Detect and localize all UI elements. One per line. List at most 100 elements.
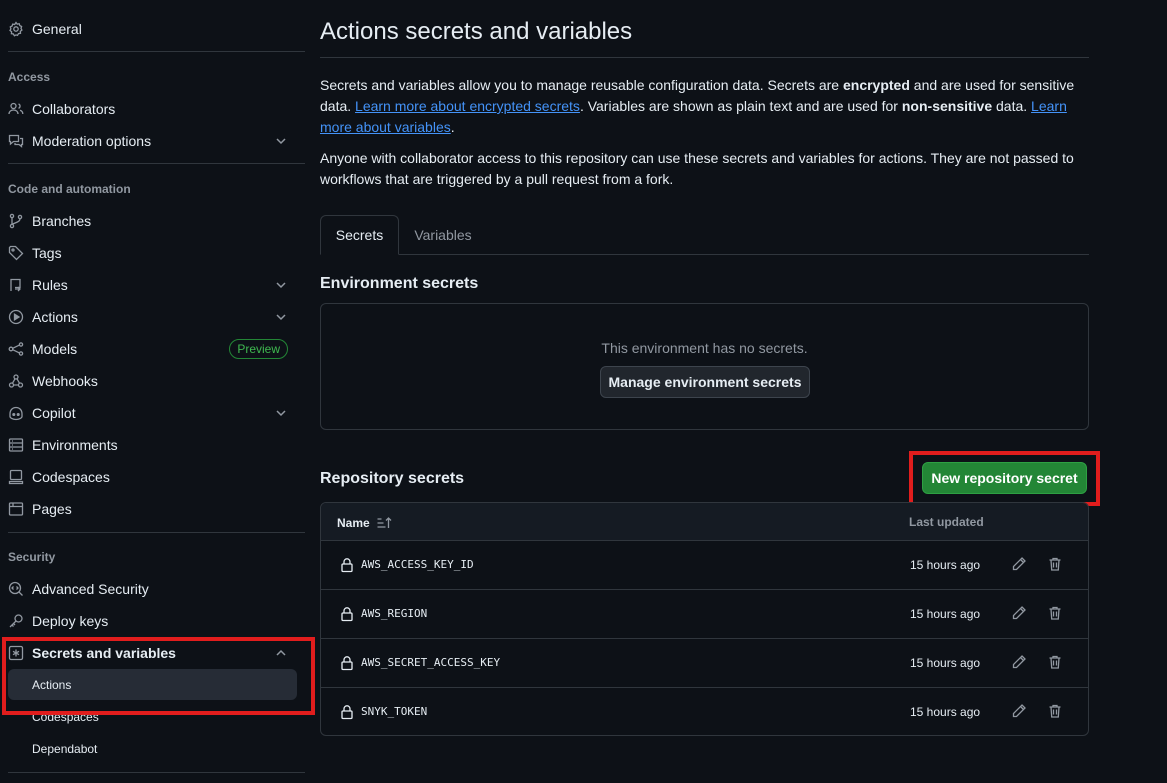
sidebar-item-label: General <box>32 21 82 37</box>
sidebar-divider <box>8 532 305 533</box>
chevron-up-icon <box>274 646 288 660</box>
sidebar-item-label: Moderation options <box>32 133 152 149</box>
sidebar-item-label: Collaborators <box>32 101 116 117</box>
sidebar-item-environments[interactable]: Environments <box>8 430 298 460</box>
page-title: Actions secrets and variables <box>320 18 633 45</box>
intro-text-3: . Variables are shown as plain text and … <box>579 98 902 114</box>
new-repository-secret-button[interactable]: New repository secret <box>922 462 1087 494</box>
sidebar-item-label: Copilot <box>32 405 76 421</box>
sidebar-item-label: Branches <box>32 213 92 229</box>
sort-asc-icon <box>377 517 392 528</box>
learn-more-secrets-link[interactable]: Learn more about encrypted secrets <box>355 98 580 114</box>
intro-text-1: Secrets and variables allow you to manag… <box>320 77 843 93</box>
sidebar-divider <box>8 163 305 164</box>
environment-secrets-box: This environment has no secrets. Manage … <box>320 303 1089 430</box>
pencil-icon[interactable] <box>1011 556 1029 574</box>
copilot-icon <box>8 405 24 421</box>
table-header: Name Last updated <box>321 503 1088 541</box>
sidebar-divider <box>8 51 305 52</box>
sidebar-subitem-dependabot[interactable]: Dependabot <box>8 733 297 764</box>
sidebar-item-pages[interactable]: Pages <box>8 494 298 524</box>
sidebar-item-actions[interactable]: Actions <box>8 302 298 332</box>
key-asterisk-icon <box>8 645 24 661</box>
sidebar-item-label: Webhooks <box>32 373 98 389</box>
sidebar-item-branches[interactable]: Branches <box>8 206 298 236</box>
secret-updated: 15 hours ago <box>910 607 981 621</box>
trash-icon[interactable] <box>1047 654 1065 672</box>
access-note: Anyone with collaborator access to this … <box>320 150 1074 187</box>
sidebar-item-label: Secrets and variables <box>32 645 176 661</box>
sidebar-item-collaborators[interactable]: Collaborators <box>8 94 298 124</box>
key-icon <box>8 613 24 629</box>
secret-name: AWS_SECRET_ACCESS_KEY <box>361 656 501 669</box>
intro-non-sensitive: non-sensitive <box>901 98 993 114</box>
play-circle-icon <box>8 309 24 325</box>
trash-icon[interactable] <box>1047 605 1065 623</box>
comment-discussion-icon <box>8 133 24 149</box>
repo-push-icon <box>8 277 24 293</box>
repository-secrets-heading: Repository secrets <box>320 470 465 487</box>
trash-icon[interactable] <box>1047 703 1065 721</box>
lock-icon <box>339 606 355 622</box>
lock-icon <box>339 655 355 671</box>
trash-icon[interactable] <box>1047 556 1065 574</box>
git-branch-icon <box>8 213 24 229</box>
sidebar-item-deploy-keys[interactable]: Deploy keys <box>8 606 298 636</box>
pencil-icon[interactable] <box>1011 654 1029 672</box>
secret-updated: 15 hours ago <box>910 656 981 670</box>
column-header-updated: Last updated <box>909 515 984 529</box>
preview-badge: Preview <box>229 339 288 359</box>
table-row: AWS_REGION 15 hours ago <box>321 590 1088 639</box>
browser-icon <box>8 501 24 517</box>
secret-updated: 15 hours ago <box>910 558 981 572</box>
settings-sidebar: General Access Collaborators Moderation … <box>0 0 315 783</box>
sidebar-subitem-label: Codespaces <box>32 709 99 724</box>
sidebar-heading-security: Security <box>8 550 56 564</box>
sidebar-item-tags[interactable]: Tags <box>8 238 298 268</box>
intro-text-5: . <box>450 119 455 135</box>
sidebar-heading-code: Code and automation <box>8 182 131 196</box>
pencil-icon[interactable] <box>1011 605 1029 623</box>
sidebar-subitem-codespaces[interactable]: Codespaces <box>8 701 297 732</box>
sidebar-item-label: Environments <box>32 437 118 453</box>
chevron-down-icon <box>274 278 288 292</box>
sidebar-item-general[interactable]: General <box>8 14 298 44</box>
sidebar-item-label: Advanced Security <box>32 581 149 597</box>
sidebar-divider <box>8 772 305 773</box>
codespaces-icon <box>8 469 24 485</box>
tab-variables[interactable]: Variables <box>400 215 486 255</box>
column-header-name: Name <box>337 516 370 530</box>
sidebar-item-moderation[interactable]: Moderation options <box>8 126 298 156</box>
sidebar-subitem-label: Dependabot <box>32 741 98 756</box>
people-icon <box>8 101 24 117</box>
webhook-icon <box>8 373 24 389</box>
sidebar-item-codespaces[interactable]: Codespaces <box>8 462 298 492</box>
gear-icon <box>8 21 24 37</box>
empty-state-text: This environment has no secrets. <box>601 340 808 356</box>
sort-by-name[interactable]: Name <box>337 515 392 531</box>
sidebar-item-label: Codespaces <box>32 469 110 485</box>
tab-bar: Secrets Variables <box>320 215 1089 255</box>
sidebar-item-webhooks[interactable]: Webhooks <box>8 366 298 396</box>
tab-secrets[interactable]: Secrets <box>320 215 399 255</box>
sidebar-item-advanced-security[interactable]: Advanced Security <box>8 574 298 604</box>
codescan-icon <box>8 581 24 597</box>
title-divider <box>320 57 1089 58</box>
secret-name: SNYK_TOKEN <box>361 705 428 718</box>
pencil-icon[interactable] <box>1011 703 1029 721</box>
sidebar-item-rules[interactable]: Rules <box>8 270 298 300</box>
sidebar-subitem-actions[interactable]: Actions <box>8 669 297 700</box>
sidebar-item-copilot[interactable]: Copilot <box>8 398 298 428</box>
sidebar-item-models[interactable]: Models Preview <box>8 334 298 364</box>
repository-secrets-table: Name Last updated AWS_ACCESS_KEY_ID 15 h… <box>320 502 1089 736</box>
sidebar-item-secrets-variables[interactable]: Secrets and variables <box>8 638 298 668</box>
chevron-down-icon <box>274 134 288 148</box>
manage-environment-secrets-button[interactable]: Manage environment secrets <box>600 366 810 398</box>
chevron-down-icon <box>274 310 288 324</box>
lock-icon <box>339 557 355 573</box>
lock-icon <box>339 704 355 720</box>
secret-name: AWS_ACCESS_KEY_ID <box>361 558 474 571</box>
models-icon <box>8 341 24 357</box>
environment-secrets-heading: Environment secrets <box>320 275 479 292</box>
table-row: AWS_ACCESS_KEY_ID 15 hours ago <box>321 541 1088 590</box>
